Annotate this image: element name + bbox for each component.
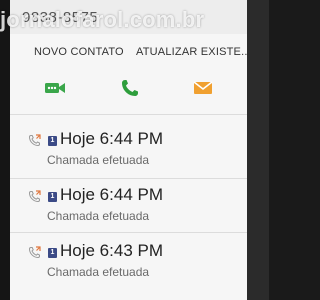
call-status: Chamada efetuada — [47, 265, 150, 279]
divider — [10, 114, 247, 115]
call-time: Hoje 6:43 PM — [60, 241, 163, 260]
device-bezel-left — [0, 0, 10, 300]
update-existing-button[interactable]: ATUALIZAR EXISTE... — [136, 46, 247, 58]
divider — [10, 178, 247, 179]
divider — [10, 232, 247, 233]
call-status: Chamada efetuada — [47, 209, 150, 223]
video-call-icon[interactable] — [44, 78, 66, 98]
outgoing-call-icon — [28, 134, 41, 147]
phone-icon[interactable] — [119, 78, 141, 98]
call-time: Hoje 6:44 PM — [60, 129, 163, 148]
call-log-item[interactable]: 1 Hoje 6:43 PM Chamada efetuada — [10, 240, 247, 296]
phone-screen: 9838-8575 NOVO CONTATO ATUALIZAR EXISTE.… — [10, 0, 247, 300]
sim-badge: 1 — [48, 136, 57, 146]
call-log-item[interactable]: 1 Hoje 6:44 PM Chamada efetuada — [10, 128, 247, 184]
communication-icons — [10, 74, 247, 104]
contact-actions: NOVO CONTATO ATUALIZAR EXISTE... — [10, 40, 247, 64]
sim-badge: 1 — [48, 248, 57, 258]
device-bezel-right — [247, 0, 269, 300]
call-time: Hoje 6:44 PM — [60, 185, 163, 204]
new-contact-button[interactable]: NOVO CONTATO — [34, 46, 124, 58]
sim-badge: 1 — [48, 192, 57, 202]
watermark: jornalofarol.com.br — [0, 7, 205, 32]
envelope-icon[interactable] — [192, 78, 214, 98]
outgoing-call-icon — [28, 246, 41, 259]
call-status: Chamada efetuada — [47, 153, 150, 167]
outgoing-call-icon — [28, 190, 41, 203]
